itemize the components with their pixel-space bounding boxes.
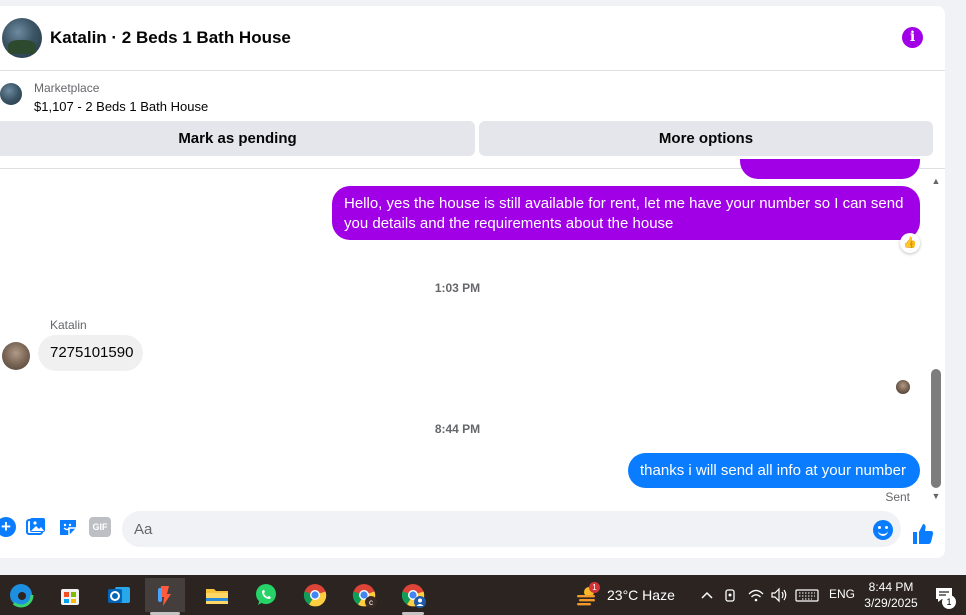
- message-list: Hello, yes the house is still available …: [0, 159, 945, 504]
- chevron-up-icon[interactable]: [699, 585, 715, 605]
- chrome-profile-c-icon[interactable]: c: [350, 581, 378, 609]
- keyboard-icon[interactable]: [794, 585, 820, 605]
- outlook-icon[interactable]: [105, 581, 133, 609]
- outgoing-message[interactable]: thanks i will send all info at your numb…: [628, 453, 920, 488]
- chat-header: Katalin · 2 Beds 1 Bath House i: [0, 6, 945, 71]
- scroll-up-icon[interactable]: ▲: [930, 175, 942, 187]
- sticker-icon[interactable]: [58, 517, 78, 537]
- plus-icon[interactable]: +: [0, 517, 16, 537]
- weather-text[interactable]: 23°C Haze: [607, 587, 675, 603]
- marketplace-listing: Marketplace $1,107 - 2 Beds 1 Bath House…: [0, 71, 945, 169]
- chrome-profile-icon[interactable]: [399, 581, 427, 609]
- incoming-message[interactable]: 7275101590: [38, 335, 143, 371]
- edge-icon[interactable]: [7, 581, 35, 609]
- clock-time: 8:44 PM: [868, 580, 914, 594]
- app-icon[interactable]: [145, 578, 185, 612]
- sender-name: Katalin: [50, 318, 87, 332]
- file-explorer-icon[interactable]: [203, 581, 231, 609]
- language-indicator[interactable]: ENG: [829, 587, 855, 601]
- listing-price-title[interactable]: $1,107 - 2 Beds 1 Bath House: [34, 99, 208, 114]
- message-status: Sent: [885, 490, 910, 504]
- store-icon[interactable]: [56, 581, 84, 609]
- whatsapp-icon[interactable]: [252, 581, 280, 609]
- timestamp: 1:03 PM: [434, 281, 481, 295]
- thumbs-up-icon[interactable]: [911, 522, 935, 546]
- scrollbar[interactable]: ▲ ▼: [929, 175, 943, 502]
- gif-icon[interactable]: GIF: [89, 517, 111, 537]
- meet-now-icon[interactable]: [723, 585, 739, 605]
- info-icon[interactable]: i: [902, 27, 923, 48]
- message-composer: + GIF: [0, 506, 945, 556]
- contact-avatar[interactable]: [2, 18, 42, 58]
- chrome-icon[interactable]: [301, 581, 329, 609]
- weather-alert-badge: 1: [589, 582, 600, 593]
- listing-source: Marketplace: [34, 81, 100, 95]
- seen-indicator-avatar: [896, 380, 910, 394]
- gallery-icon[interactable]: [26, 517, 46, 537]
- wifi-icon[interactable]: [747, 585, 765, 605]
- scroll-down-icon[interactable]: ▼: [930, 490, 942, 502]
- listing-thumbnail[interactable]: [0, 83, 22, 105]
- scrollbar-thumb[interactable]: [931, 369, 941, 488]
- clock-date: 3/29/2025: [864, 596, 918, 610]
- notification-count-badge: 1: [942, 595, 956, 609]
- more-options-button[interactable]: More options: [479, 121, 933, 156]
- system-clock[interactable]: 8:44 PM 3/29/2025: [862, 579, 920, 611]
- chat-window: Katalin · 2 Beds 1 Bath House i Marketpl…: [0, 6, 945, 558]
- sender-avatar[interactable]: [2, 342, 30, 370]
- taskbar: c 1 23°C Haze ENG 8:44 PM 3/29/2025 1: [0, 575, 966, 615]
- svg-text:c: c: [369, 598, 373, 607]
- outgoing-message[interactable]: Hello, yes the house is still available …: [332, 186, 920, 240]
- chat-title[interactable]: Katalin · 2 Beds 1 Bath House: [50, 28, 291, 48]
- message-input[interactable]: [122, 511, 901, 547]
- previous-message-bubble[interactable]: [740, 159, 920, 179]
- timestamp: 8:44 PM: [434, 422, 481, 436]
- volume-icon[interactable]: [770, 585, 788, 605]
- emoji-icon[interactable]: [873, 520, 893, 540]
- thumbs-up-reaction[interactable]: 👍: [900, 233, 920, 253]
- mark-as-pending-button[interactable]: Mark as pending: [0, 121, 475, 156]
